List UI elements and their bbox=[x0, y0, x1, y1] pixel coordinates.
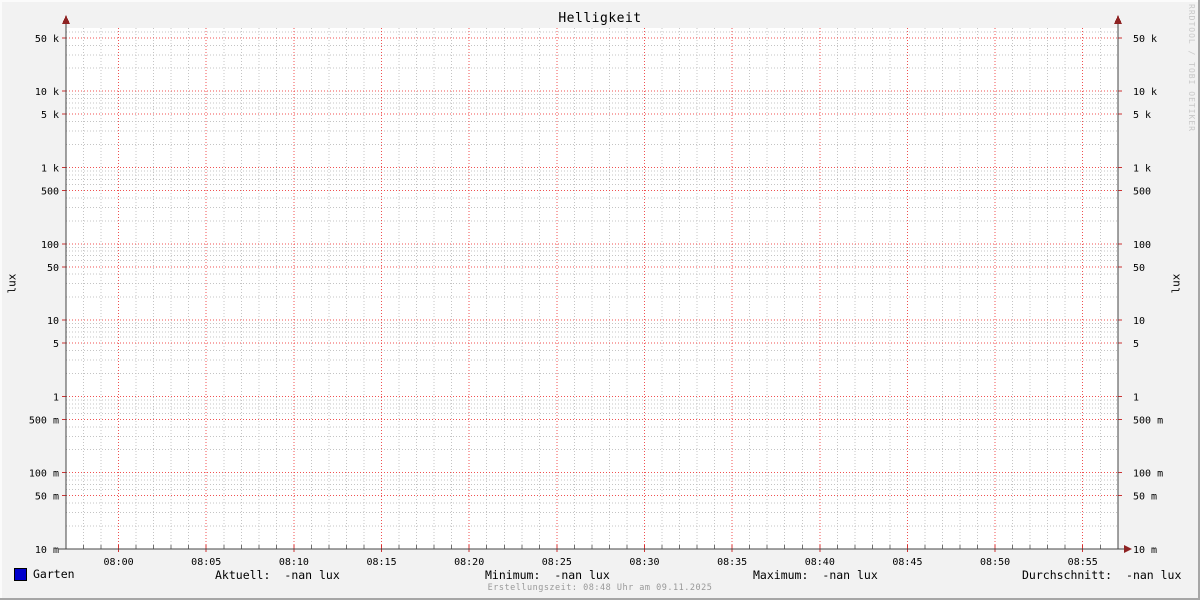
svg-text:100 m: 100 m bbox=[1133, 469, 1163, 480]
creation-timestamp: Erstellungszeit: 08:48 Uhr am 09.11.2025 bbox=[487, 583, 713, 593]
svg-text:10: 10 bbox=[1133, 316, 1145, 327]
svg-text:100: 100 bbox=[41, 240, 59, 251]
stat-label: Aktuell: bbox=[215, 568, 271, 582]
stat-value: -nan lux bbox=[822, 568, 878, 582]
svg-text:5: 5 bbox=[53, 339, 59, 350]
svg-text:10 k: 10 k bbox=[35, 87, 59, 98]
stat-aktuell: Aktuell: -nan lux bbox=[215, 568, 340, 582]
y-axis-label-right: lux bbox=[1169, 273, 1183, 294]
rrdtool-graph: Helligkeit 08:00 08:05 08:10 08:15 08:20 08:2… bbox=[0, 0, 1200, 600]
svg-text:100 m: 100 m bbox=[29, 469, 59, 480]
stat-label: Minimum: bbox=[485, 568, 541, 582]
svg-text:500: 500 bbox=[1133, 186, 1151, 197]
series-name: Garten bbox=[33, 567, 75, 581]
svg-text:50 k: 50 k bbox=[1133, 34, 1157, 45]
stat-label: Durchschnitt: bbox=[1022, 568, 1113, 582]
legend-item-garten: Garten bbox=[14, 567, 75, 581]
stat-value: -nan lux bbox=[1126, 568, 1182, 582]
svg-text:50 m: 50 m bbox=[1133, 492, 1157, 503]
svg-text:100: 100 bbox=[1133, 240, 1151, 251]
stat-value: -nan lux bbox=[554, 568, 610, 582]
svg-text:1: 1 bbox=[53, 392, 59, 403]
svg-text:50 k: 50 k bbox=[35, 34, 59, 45]
y-axis-label-left: lux bbox=[5, 273, 19, 294]
svg-text:500 m: 500 m bbox=[29, 415, 59, 426]
svg-text:10 k: 10 k bbox=[1133, 87, 1157, 98]
stat-minimum: Minimum: -nan lux bbox=[485, 568, 610, 582]
svg-text:5 k: 5 k bbox=[41, 110, 59, 121]
svg-text:1: 1 bbox=[1133, 392, 1139, 403]
svg-text:10 m: 10 m bbox=[1133, 545, 1157, 556]
svg-text:10 m: 10 m bbox=[35, 545, 59, 556]
svg-text:1 k: 1 k bbox=[41, 164, 59, 175]
svg-text:1 k: 1 k bbox=[1133, 164, 1151, 175]
svg-text:10: 10 bbox=[47, 316, 59, 327]
legend-row: Garten Aktuell: -nan lux Minimum: -nan lux… bbox=[0, 567, 1200, 583]
svg-text:5: 5 bbox=[1133, 339, 1139, 350]
series-color-swatch bbox=[14, 567, 27, 581]
stat-label: Maximum: bbox=[753, 568, 809, 582]
svg-text:500: 500 bbox=[41, 186, 59, 197]
stat-value: -nan lux bbox=[284, 568, 340, 582]
svg-text:50: 50 bbox=[47, 263, 59, 274]
rrdtool-watermark: RRDTOOL / TOBI OETIKER bbox=[1187, 4, 1196, 132]
svg-text:500 m: 500 m bbox=[1133, 415, 1163, 426]
svg-text:50 m: 50 m bbox=[35, 492, 59, 503]
svg-text:50: 50 bbox=[1133, 263, 1145, 274]
plot-area: 08:00 08:05 08:10 08:15 08:20 08:25 08:30 08:35… bbox=[29, 15, 1163, 568]
stat-durchschnitt: Durchschnitt: -nan lux bbox=[1022, 568, 1181, 582]
stat-maximum: Maximum: -nan lux bbox=[753, 568, 878, 582]
svg-text:5 k: 5 k bbox=[1133, 110, 1151, 121]
